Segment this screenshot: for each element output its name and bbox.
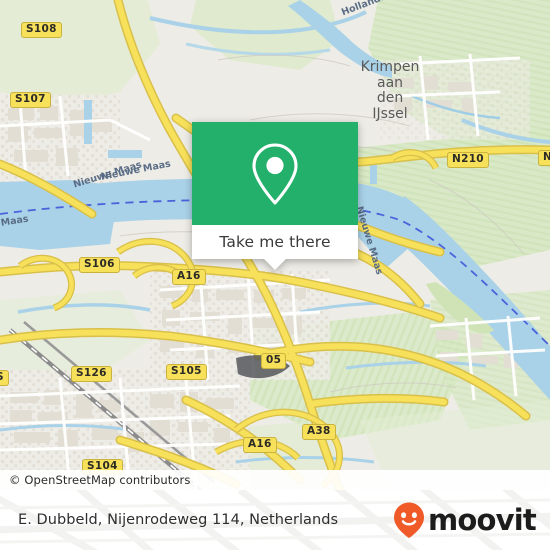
callout-icon-area [192, 122, 358, 225]
address-text: E. Dubbeld, Nijenrodeweg 114, Netherland… [18, 512, 339, 528]
footer-bar: E. Dubbeld, Nijenrodeweg 114, Netherland… [0, 490, 550, 550]
moovit-wordmark: moovit [428, 502, 537, 537]
road-shield-s105[interactable]: S105 [166, 364, 207, 380]
location-callout-card[interactable]: Take me there [192, 122, 358, 270]
road-shield-a38[interactable]: A38 [302, 424, 336, 440]
map-pin-icon [252, 142, 298, 205]
moovit-smiley-pin-icon [394, 502, 425, 538]
road-shield-a16-lower[interactable]: A16 [243, 437, 277, 453]
map-attribution[interactable]: © OpenStreetMap contributors [0, 470, 550, 490]
road-shield-s107[interactable]: S107 [10, 92, 51, 108]
take-me-there-button[interactable]: Take me there [192, 225, 358, 259]
road-shield-n210-edge[interactable]: N [538, 150, 550, 166]
road-shield-o5[interactable]: 05 [261, 353, 287, 369]
road-shield-left-edge[interactable]: S [0, 370, 9, 386]
moovit-logo[interactable]: moovit [392, 501, 537, 539]
road-shield-n210-right[interactable]: N210 [447, 152, 489, 168]
callout-pointer-tail [264, 259, 286, 270]
map-canvas[interactable]: Krimpen aan den IJssel Hollandsche IJsse… [0, 0, 550, 490]
attribution-text: © OpenStreetMap contributors [9, 473, 191, 487]
road-shield-s106[interactable]: S106 [79, 257, 120, 273]
take-me-there-label: Take me there [219, 233, 331, 251]
road-shield-s126[interactable]: S126 [71, 366, 112, 382]
moovit-location-card: Krimpen aan den IJssel Hollandsche IJsse… [0, 0, 550, 550]
road-shield-s108[interactable]: S108 [21, 22, 62, 38]
road-shield-a16-upper[interactable]: A16 [172, 269, 206, 285]
